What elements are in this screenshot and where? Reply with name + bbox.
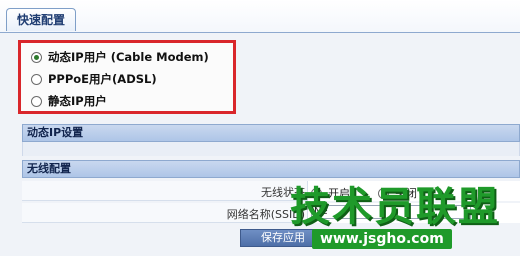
wireless-on-label: 开启: [328, 187, 350, 200]
ssid-label: 网络名称(SSID): [226, 208, 305, 221]
tab-bar: 快速配置: [0, 0, 520, 33]
wireless-status-row: 无线状态 开启 关闭: [22, 181, 520, 201]
radio-static-ip[interactable]: [31, 95, 42, 107]
ssid-row: 网络名称(SSID) Ne: [22, 203, 520, 223]
option-dynamic-ip[interactable]: 动态IP用户 (Cable Modem): [31, 47, 209, 67]
wireless-on-option[interactable]: 开启: [311, 185, 350, 201]
option-static-ip-label: 静态IP用户: [48, 94, 107, 108]
option-dynamic-ip-label: 动态IP用户 (Cable Modem): [48, 50, 209, 64]
wireless-off-label: 关闭: [395, 187, 417, 200]
option-pppoe-label: PPPoE用户(ADSL): [48, 72, 157, 86]
save-button[interactable]: 保存应用: [240, 229, 326, 247]
section-wireless: 无线配置: [22, 160, 520, 178]
wireless-off-option[interactable]: 关闭: [378, 185, 417, 201]
radio-wireless-on[interactable]: [311, 187, 322, 199]
radio-wireless-off[interactable]: [378, 187, 389, 199]
wireless-status-label: 无线状态: [261, 186, 305, 199]
connection-type-group: 动态IP用户 (Cable Modem) PPPoE用户(ADSL) 静态IP用…: [18, 40, 236, 114]
section-dynamic-ip-body: [22, 142, 520, 156]
radio-pppoe[interactable]: [31, 73, 42, 85]
ssid-field: Ne: [307, 203, 520, 223]
radio-dynamic-ip[interactable]: [31, 51, 42, 63]
option-static-ip[interactable]: 静态IP用户: [31, 91, 107, 111]
section-dynamic-ip: 动态IP设置: [22, 124, 520, 142]
ssid-input[interactable]: Ne: [311, 205, 471, 219]
wireless-status-field: 开启 关闭: [307, 181, 520, 201]
option-pppoe[interactable]: PPPoE用户(ADSL): [31, 69, 157, 89]
tab-quick-setup[interactable]: 快速配置: [6, 8, 77, 31]
